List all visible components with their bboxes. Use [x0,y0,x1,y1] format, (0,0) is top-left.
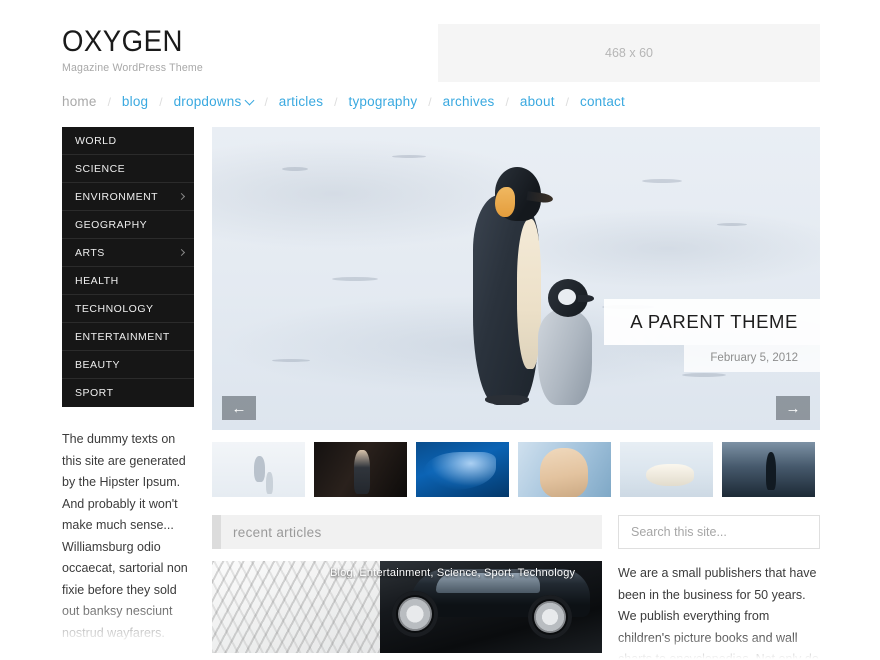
primary-navigation: home / blog / dropdowns / articles / typography /… [62,94,822,109]
main-content: A PARENT THEME February 5, 2012 ← → rece… [212,127,820,659]
banner-ad-placeholder[interactable]: 468 x 60 [438,24,820,82]
thumbnail-item[interactable] [314,442,407,497]
category-item-label: SPORT [75,387,114,399]
slider-next-arrow-icon[interactable]: → [776,396,810,420]
page-root: OXYGEN Magazine WordPress Theme 468 x 60… [0,0,880,660]
recent-articles-column: recent articles Blog, Entertainment, Sci… [212,515,602,659]
about-publisher-text: We are a small publishers that have been… [618,566,819,659]
content-columns: recent articles Blog, Entertainment, Sci… [212,515,820,659]
category-item-arts[interactable]: ARTS [62,239,194,267]
nav-item-label: articles [278,94,324,109]
slider-prev-arrow-icon[interactable]: ← [222,396,256,420]
category-item-beauty[interactable]: BEAUTY [62,351,194,379]
penguin-chick [534,277,598,405]
featured-slider[interactable]: A PARENT THEME February 5, 2012 ← → [212,127,820,430]
nav-separator: / [428,94,432,109]
nav-separator: / [334,94,338,109]
nav-separator: / [505,94,509,109]
nav-separator: / [264,94,268,109]
nav-item-label: blog [121,94,149,109]
category-item-label: TECHNOLOGY [75,302,154,315]
nav-item-contact[interactable]: contact [580,94,625,109]
nav-item-dropdowns[interactable]: dropdowns [173,94,255,109]
site-tagline: Magazine WordPress Theme [62,62,203,74]
chevron-right-icon [177,192,186,201]
category-item-technology[interactable]: TECHNOLOGY [62,295,194,323]
chevron-down-icon [244,95,255,105]
category-item-label: WORLD [75,134,117,147]
nav-item-label: dropdowns [173,94,242,109]
category-item-entertainment[interactable]: ENTERTAINMENT [62,323,194,351]
nav-item-about[interactable]: about [520,94,555,109]
sidebar-right-column: We are a small publishers that have been… [618,515,820,659]
category-item-label: BEAUTY [75,358,121,371]
category-item-label: ENTERTAINMENT [75,330,170,343]
slider-title[interactable]: A PARENT THEME [604,299,820,345]
search-input[interactable] [618,515,820,549]
nav-item-label: contact [580,94,625,109]
brand[interactable]: OXYGEN Magazine WordPress Theme [62,24,209,75]
thumbnail-item[interactable] [620,442,713,497]
thumbnail-item[interactable] [212,442,305,497]
article-card[interactable]: Blog, Entertainment, Science, Sport, Tec… [212,561,602,653]
nav-item-label: typography [348,94,418,109]
site-header: OXYGEN Magazine WordPress Theme 468 x 60 [62,24,820,90]
category-item-label: GEOGRAPHY [75,218,148,231]
nav-item-label: about [519,94,555,109]
slider-image-penguin [212,127,820,430]
sidebar-about-text: The dummy texts on this site are generat… [62,432,188,640]
banner-ad-label: 468 x 60 [605,46,653,60]
category-item-health[interactable]: HEALTH [62,267,194,295]
thumbnail-item[interactable] [416,442,509,497]
chevron-right-icon [177,248,186,257]
category-item-label: ARTS [75,246,105,259]
category-item-environment[interactable]: ENVIRONMENT [62,183,194,211]
nav-item-blog[interactable]: blog [122,94,148,109]
nav-item-home[interactable]: home [62,94,97,109]
sidebar: WORLD SCIENCE ENVIRONMENT GEOGRAPHY ARTS HEAL… [62,127,194,644]
category-item-science[interactable]: SCIENCE [62,155,194,183]
category-item-sport[interactable]: SPORT [62,379,194,407]
nav-item-articles[interactable]: articles [279,94,323,109]
site-logo[interactable]: OXYGEN [62,26,197,58]
nav-item-label: archives [442,94,495,109]
category-menu: WORLD SCIENCE ENVIRONMENT GEOGRAPHY ARTS HEAL… [62,127,194,407]
thumbnail-item[interactable] [518,442,611,497]
nav-item-archives[interactable]: archives [443,94,495,109]
nav-item-label: home [62,94,97,109]
category-item-label: SCIENCE [75,162,126,175]
category-item-label: ENVIRONMENT [75,190,159,203]
article-categories: Blog, Entertainment, Science, Sport, Tec… [330,567,576,579]
nav-separator: / [565,94,569,109]
thumbnail-item[interactable] [722,442,815,497]
slider-caption: A PARENT THEME February 5, 2012 [604,299,820,372]
nav-separator: / [107,94,111,109]
slider-date: February 5, 2012 [684,345,820,372]
category-item-label: HEALTH [75,274,119,287]
recent-articles-heading: recent articles [212,515,602,549]
category-item-world[interactable]: WORLD [62,127,194,155]
nav-item-typography[interactable]: typography [349,94,418,109]
nav-separator: / [159,94,163,109]
category-item-geography[interactable]: GEOGRAPHY [62,211,194,239]
slider-thumbnail-strip [212,442,820,497]
